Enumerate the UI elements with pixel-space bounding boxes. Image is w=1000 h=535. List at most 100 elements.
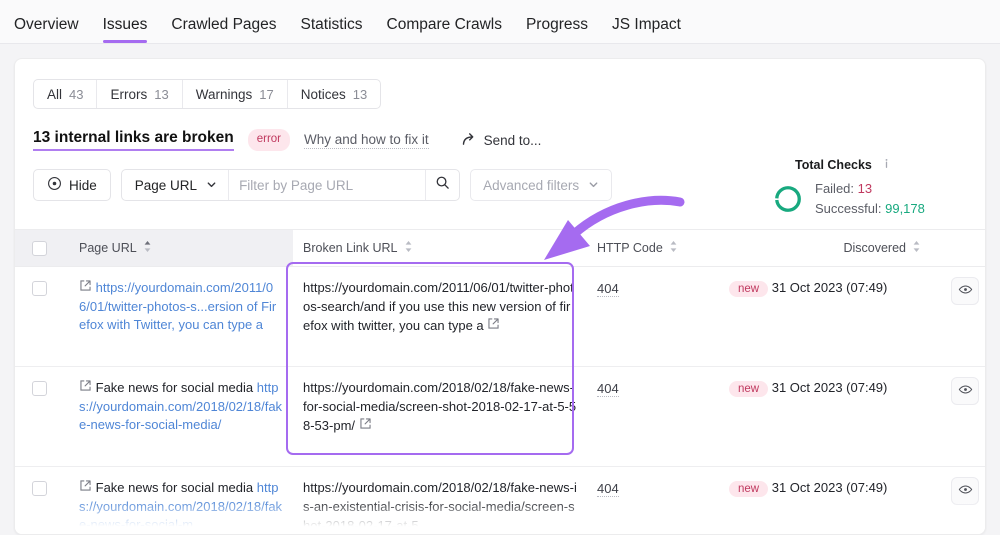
tab-issues-label: Issues bbox=[102, 15, 148, 33]
row-select-cell bbox=[15, 367, 63, 466]
tab-progress-label: Progress bbox=[525, 15, 588, 33]
severity-filter-notices-label: Notices bbox=[300, 86, 346, 102]
eye-icon bbox=[958, 382, 973, 400]
send-to-label: Send to... bbox=[483, 132, 542, 148]
severity-filter-errors-label: Errors bbox=[110, 86, 148, 102]
checks-successful-row: Successful: 99,178 bbox=[815, 199, 925, 219]
view-row-button[interactable] bbox=[951, 377, 979, 405]
page-title-text: Fake news for social media bbox=[95, 480, 254, 495]
broken-link-url-text: https://yourdomain.com/2011/06/01/twitte… bbox=[303, 280, 574, 333]
column-header-page-url[interactable]: Page URL bbox=[63, 230, 293, 266]
tab-compare-crawls-label: Compare Crawls bbox=[386, 15, 502, 33]
eye-icon bbox=[47, 176, 62, 194]
chevron-down-icon bbox=[588, 178, 599, 193]
tab-progress[interactable]: Progress bbox=[525, 15, 588, 44]
page-title-text: Fake news for social media bbox=[95, 380, 254, 395]
checks-successful-value: 99,178 bbox=[885, 201, 925, 217]
search-icon bbox=[435, 175, 450, 195]
severity-filter-errors-count: 13 bbox=[154, 86, 169, 102]
filter-search-group: Page URL bbox=[120, 169, 461, 201]
cell-actions bbox=[945, 367, 985, 466]
http-code-value[interactable]: 404 bbox=[597, 381, 619, 397]
column-header-page-url-label: Page URL bbox=[79, 241, 137, 255]
checks-failed-value: 13 bbox=[857, 181, 873, 196]
external-link-icon[interactable] bbox=[79, 279, 92, 297]
sort-icon bbox=[404, 240, 413, 256]
status-badge: new bbox=[729, 481, 769, 497]
send-to-button[interactable]: Send to... bbox=[461, 131, 542, 150]
issue-title[interactable]: 13 internal links are broken bbox=[33, 129, 234, 151]
filter-column-select[interactable]: Page URL bbox=[122, 170, 230, 200]
column-header-http-code[interactable]: HTTP Code bbox=[589, 230, 729, 266]
severity-filter-warnings-label: Warnings bbox=[195, 86, 253, 102]
info-icon[interactable] bbox=[880, 157, 893, 173]
search-button[interactable] bbox=[425, 170, 459, 200]
checks-donut-chart bbox=[775, 186, 801, 213]
discovered-date: 31 Oct 2023 (07:49) bbox=[771, 280, 888, 295]
table-row: Fake news for social media https://yourd… bbox=[15, 367, 985, 467]
external-link-icon[interactable] bbox=[359, 417, 372, 436]
sort-icon bbox=[143, 240, 152, 256]
filter-column-select-value: Page URL bbox=[134, 177, 198, 193]
cell-discovered: new 31 Oct 2023 (07:49) bbox=[729, 267, 945, 366]
column-header-actions bbox=[945, 230, 985, 266]
view-row-button[interactable] bbox=[951, 477, 979, 505]
row-checkbox[interactable] bbox=[31, 381, 47, 396]
broken-link-url-text: https://yourdomain.com/2018/02/18/fake-n… bbox=[303, 380, 577, 433]
main-tab-bar: Overview Issues Crawled Pages Statistics… bbox=[0, 0, 1000, 44]
cell-broken-link-url: https://yourdomain.com/2011/06/01/twitte… bbox=[293, 267, 589, 366]
share-arrow-icon bbox=[461, 131, 477, 150]
cell-actions bbox=[945, 267, 985, 366]
status-badge: new bbox=[729, 381, 769, 397]
column-header-discovered[interactable]: Discovered bbox=[729, 230, 945, 266]
select-all-checkbox[interactable] bbox=[31, 240, 47, 256]
external-link-icon[interactable] bbox=[79, 379, 92, 397]
severity-filter-warnings[interactable]: Warnings 17 bbox=[183, 80, 288, 108]
issue-severity-badge: error bbox=[247, 129, 291, 151]
tab-issues[interactable]: Issues bbox=[102, 15, 148, 44]
cell-broken-link-url: https://yourdomain.com/2018/02/18/fake-n… bbox=[293, 367, 589, 466]
total-checks-header: Total Checks bbox=[795, 157, 963, 173]
tab-statistics[interactable]: Statistics bbox=[300, 15, 363, 44]
table-row: https://yourdomain.com/2011/06/01/twitte… bbox=[15, 267, 985, 367]
advanced-filters-button[interactable]: Advanced filters bbox=[470, 169, 613, 201]
tab-overview[interactable]: Overview bbox=[14, 15, 79, 44]
severity-filter-all-count: 43 bbox=[69, 86, 84, 102]
column-header-broken-link-url[interactable]: Broken Link URL bbox=[293, 230, 589, 266]
http-code-value[interactable]: 404 bbox=[597, 481, 619, 497]
checks-failed-row: Failed: 13 bbox=[815, 179, 925, 199]
severity-filter-errors[interactable]: Errors 13 bbox=[97, 80, 183, 108]
status-badge: new bbox=[729, 281, 769, 297]
total-checks-widget: Total Checks Failed: 13 Successful: 99,1… bbox=[773, 157, 963, 219]
chevron-down-icon bbox=[206, 178, 217, 193]
column-header-discovered-label: Discovered bbox=[843, 241, 906, 255]
row-checkbox[interactable] bbox=[31, 481, 47, 496]
issues-table: Page URL Broken Link URL HTTP Code Disco… bbox=[15, 229, 985, 534]
severity-filter-notices[interactable]: Notices 13 bbox=[288, 80, 380, 108]
external-link-icon[interactable] bbox=[487, 317, 500, 336]
row-checkbox[interactable] bbox=[31, 281, 47, 296]
tab-statistics-label: Statistics bbox=[300, 15, 363, 33]
why-and-how-to-fix-link[interactable]: Why and how to fix it bbox=[304, 132, 429, 149]
cell-page-url: Fake news for social media https://yourd… bbox=[63, 367, 293, 466]
external-link-icon[interactable] bbox=[79, 479, 92, 497]
page-url-link[interactable]: https://yourdomain.com/2011/06/01/twitte… bbox=[79, 280, 276, 332]
discovered-date: 31 Oct 2023 (07:49) bbox=[771, 480, 888, 495]
view-row-button[interactable] bbox=[951, 277, 979, 305]
checks-stats: Failed: 13 Successful: 99,178 bbox=[815, 179, 925, 219]
checks-successful-label: Successful: bbox=[815, 201, 882, 217]
severity-filter-all[interactable]: All 43 bbox=[34, 80, 98, 108]
issue-header: 13 internal links are broken error Why a… bbox=[33, 129, 985, 151]
checks-failed-label: Failed: bbox=[815, 181, 855, 196]
tab-overview-label: Overview bbox=[14, 15, 79, 33]
tab-compare-crawls[interactable]: Compare Crawls bbox=[386, 15, 502, 44]
filter-search-input[interactable] bbox=[229, 170, 426, 200]
tab-js-impact[interactable]: JS Impact bbox=[612, 16, 681, 44]
column-header-http-code-label: HTTP Code bbox=[597, 241, 663, 255]
http-code-value[interactable]: 404 bbox=[597, 281, 619, 297]
hide-button-label: Hide bbox=[69, 177, 97, 193]
select-all-cell bbox=[15, 230, 63, 266]
tab-crawled-pages[interactable]: Crawled Pages bbox=[171, 16, 276, 44]
cell-page-url: https://yourdomain.com/2011/06/01/twitte… bbox=[63, 267, 293, 366]
hide-button[interactable]: Hide bbox=[33, 169, 111, 201]
